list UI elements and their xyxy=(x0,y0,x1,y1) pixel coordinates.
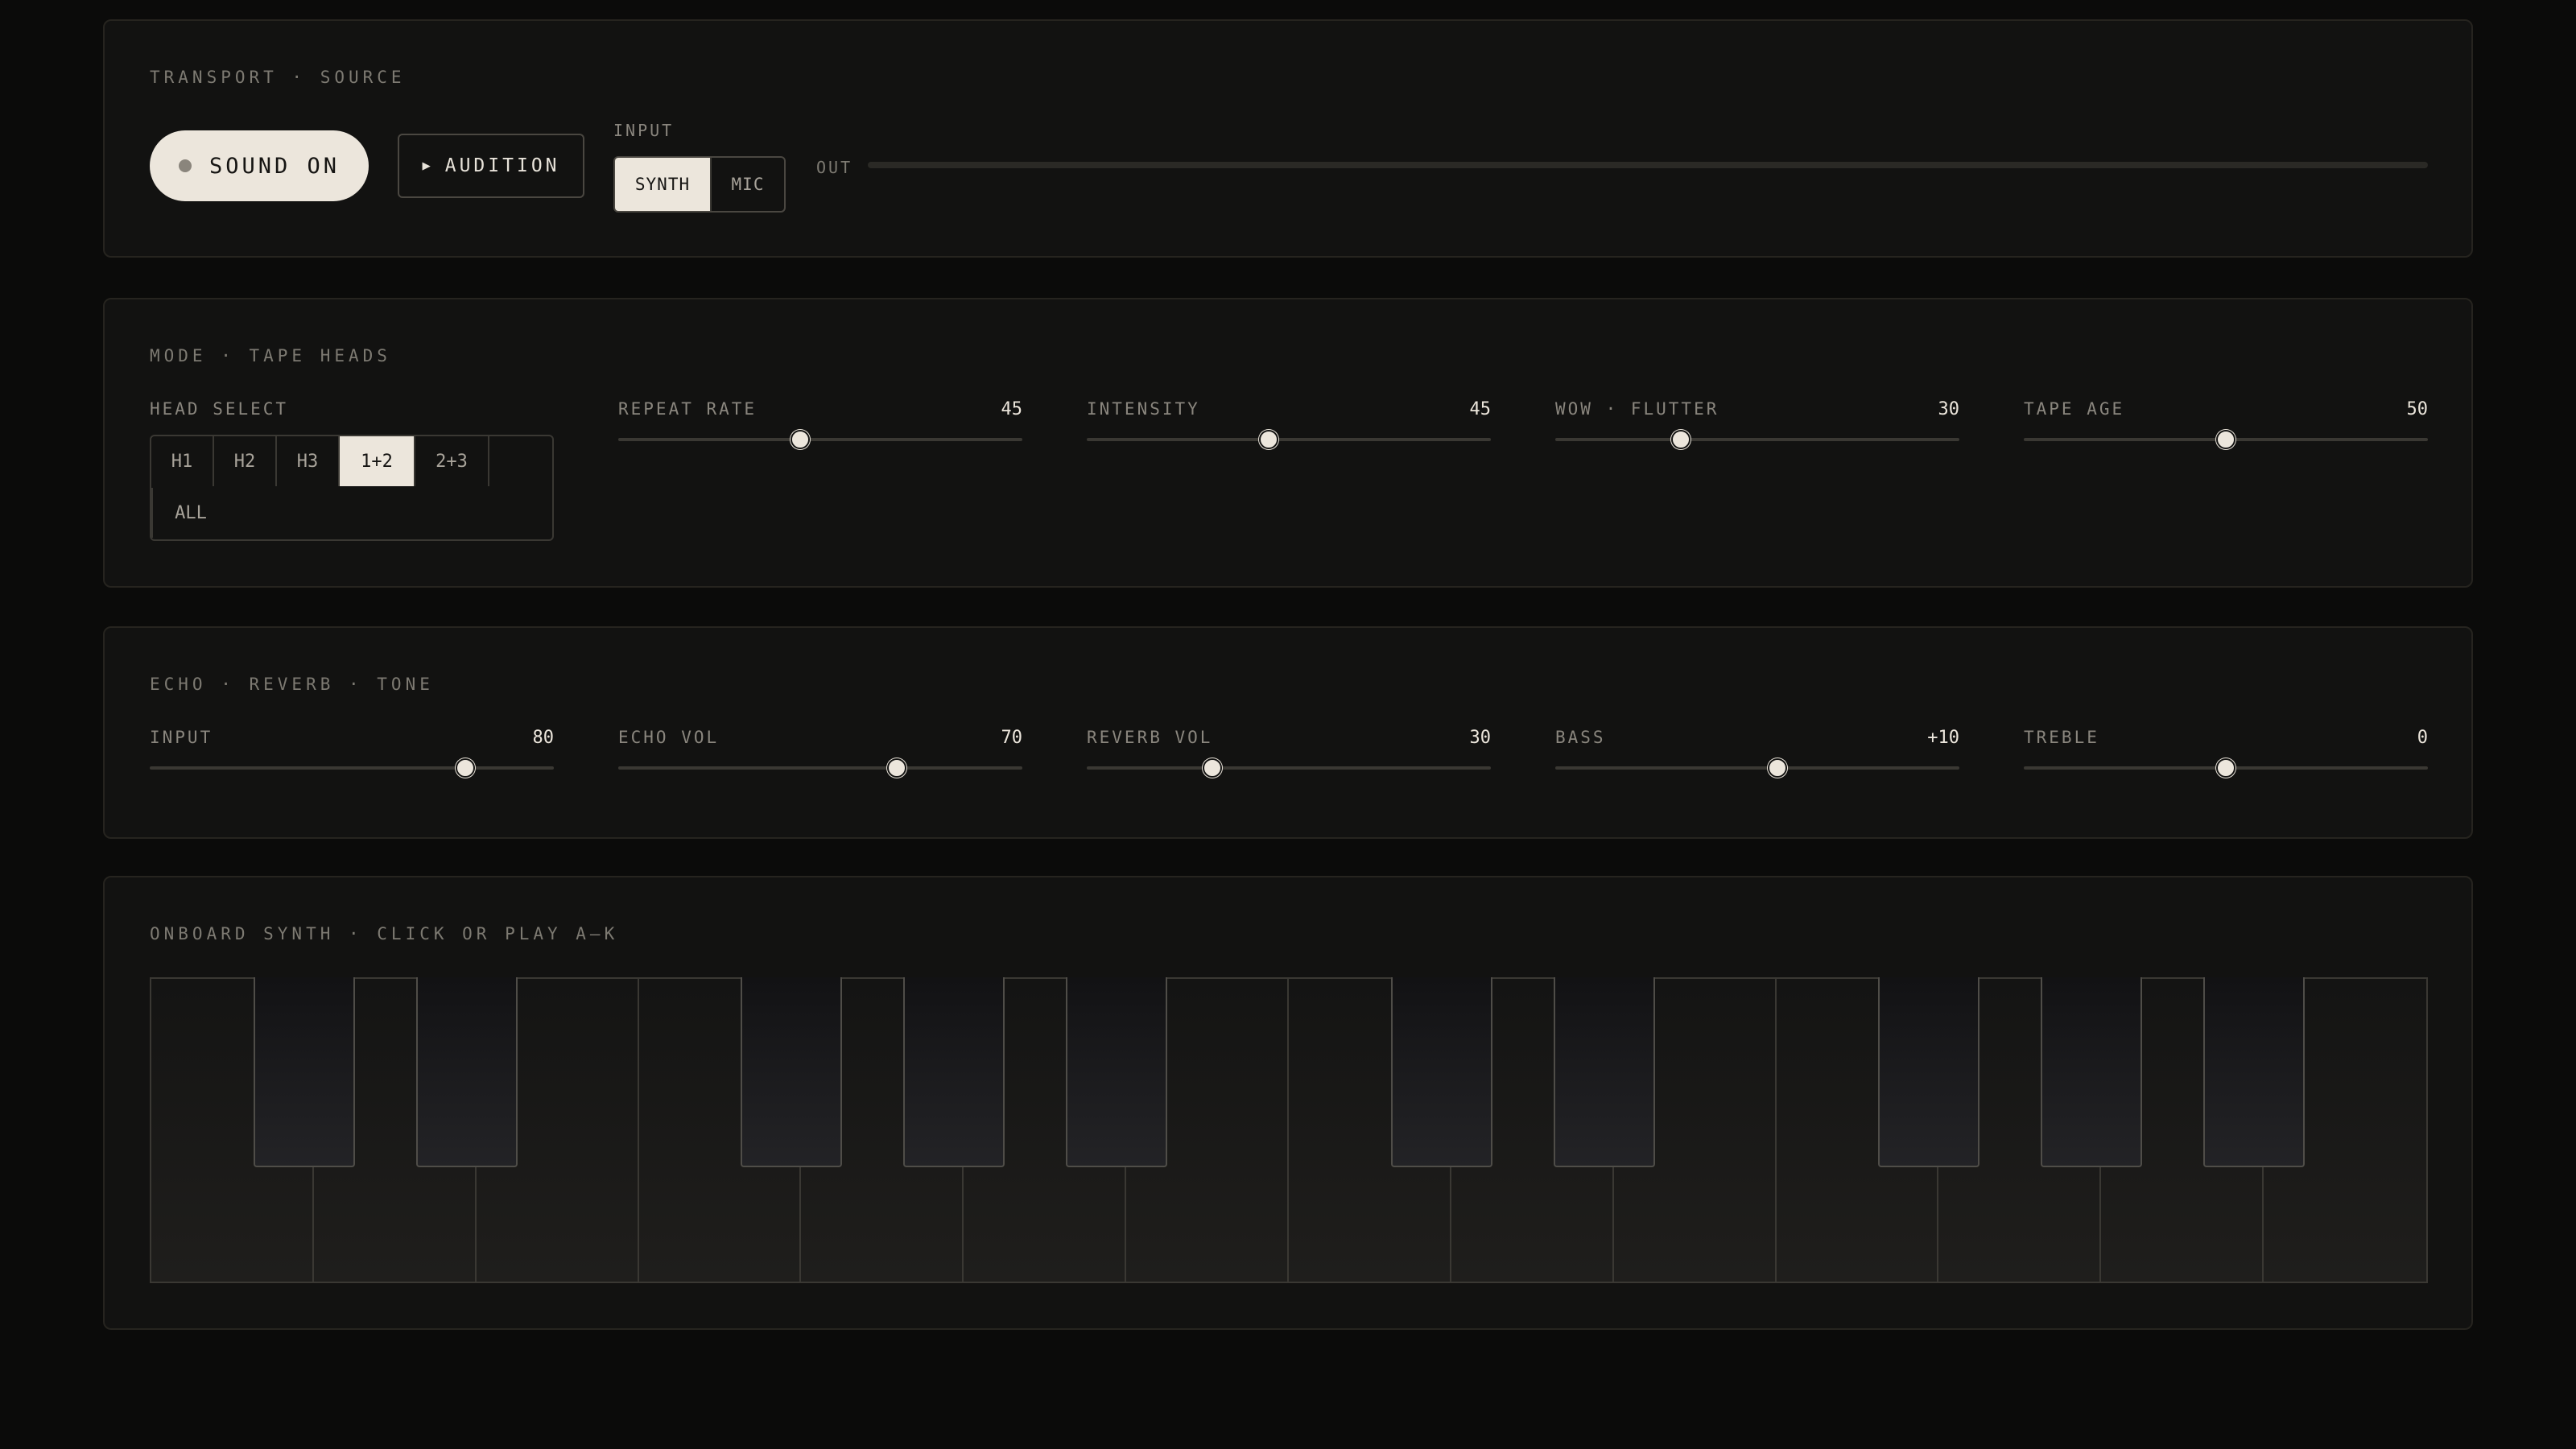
head-option-h2[interactable]: H2 xyxy=(214,436,277,486)
piano-keyboard xyxy=(150,977,2428,1283)
slider-track[interactable] xyxy=(618,766,1022,770)
mode-panel: MODE · TAPE HEADS HEAD SELECT H1 H2 H3 1… xyxy=(103,298,2473,588)
slider-track[interactable] xyxy=(1087,438,1491,441)
audition-label: AUDITION xyxy=(444,155,560,176)
slider-thumb[interactable] xyxy=(1768,758,1788,778)
slider-label: INTENSITY xyxy=(1087,399,1200,419)
slider-thumb[interactable] xyxy=(1202,758,1222,778)
head-option-all[interactable]: ALL xyxy=(151,488,229,538)
slider-thumb[interactable] xyxy=(2216,430,2235,449)
black-key[interactable] xyxy=(903,977,1005,1167)
audition-button[interactable]: ▶ AUDITION xyxy=(398,134,584,198)
echo-panel: ECHO · REVERB · TONE INPUT 80 ECHO VOL 7… xyxy=(103,626,2473,839)
slider-thumb[interactable] xyxy=(2216,758,2235,778)
input-option-mic[interactable]: MIC xyxy=(710,158,784,211)
panel-title: ECHO · REVERB · TONE xyxy=(150,675,434,694)
slider-thumb[interactable] xyxy=(790,430,810,449)
slider-thumb[interactable] xyxy=(1670,430,1690,449)
input-option-synth[interactable]: SYNTH xyxy=(615,158,710,211)
slider-track[interactable] xyxy=(150,766,554,770)
slider-track[interactable] xyxy=(1555,766,1959,770)
output-label: OUT xyxy=(816,158,853,177)
bass-slider: BASS +10 xyxy=(1555,728,1959,792)
intensity-slider: INTENSITY 45 xyxy=(1087,399,1491,464)
slider-track[interactable] xyxy=(1555,438,1959,441)
slider-value: 50 xyxy=(2406,399,2429,419)
slider-value: 0 xyxy=(2417,728,2428,748)
black-key[interactable] xyxy=(1066,977,1168,1167)
slider-value: 45 xyxy=(1001,399,1023,419)
synth-panel: ONBOARD SYNTH · CLICK OR PLAY A–K xyxy=(103,876,2473,1330)
slider-label: REPEAT RATE xyxy=(618,399,758,419)
black-key[interactable] xyxy=(2203,977,2306,1167)
slider-value: 70 xyxy=(1001,728,1023,748)
tape-age-slider: TAPE AGE 50 xyxy=(2024,399,2428,464)
treble-slider: TREBLE 0 xyxy=(2024,728,2428,792)
panel-title: MODE · TAPE HEADS xyxy=(150,346,391,365)
slider-track[interactable] xyxy=(1087,766,1491,770)
reverb-vol-slider: REVERB VOL 30 xyxy=(1087,728,1491,792)
black-key[interactable] xyxy=(415,977,518,1167)
transport-panel: TRANSPORT · SOURCE SOUND ON ▶ AUDITION I… xyxy=(103,19,2473,258)
black-key[interactable] xyxy=(253,977,355,1167)
slider-label: BASS xyxy=(1555,728,1606,747)
head-select-group: H1 H2 H3 1+2 2+3 ALL xyxy=(150,435,554,541)
play-icon: ▶ xyxy=(422,158,434,174)
slider-thumb[interactable] xyxy=(1258,430,1278,449)
input-source-toggle: SYNTH MIC xyxy=(613,156,786,213)
slider-thumb[interactable] xyxy=(887,758,907,778)
sound-on-label: SOUND ON xyxy=(208,153,341,179)
input-gain-slider: INPUT 80 xyxy=(150,728,554,792)
slider-label: WOW · FLUTTER xyxy=(1555,399,1719,419)
black-key[interactable] xyxy=(2041,977,2143,1167)
slider-value: 80 xyxy=(532,728,555,748)
head-option-h3[interactable]: H3 xyxy=(277,436,340,486)
slider-track[interactable] xyxy=(618,438,1022,441)
black-key[interactable] xyxy=(741,977,843,1167)
repeat-rate-slider: REPEAT RATE 45 xyxy=(618,399,1022,464)
slider-label: ECHO VOL xyxy=(618,728,720,747)
black-key[interactable] xyxy=(1390,977,1492,1167)
input-source-label: INPUT xyxy=(613,121,675,140)
head-option-2-3[interactable]: 2+3 xyxy=(415,436,489,486)
head-select-label: HEAD SELECT xyxy=(150,399,289,419)
head-option-h1[interactable]: H1 xyxy=(151,436,214,486)
slider-value: 30 xyxy=(1938,399,1960,419)
panel-title: ONBOARD SYNTH · CLICK OR PLAY A–K xyxy=(150,924,619,943)
slider-label: INPUT xyxy=(150,728,213,747)
status-dot-icon xyxy=(178,159,192,172)
black-key[interactable] xyxy=(1878,977,1980,1167)
slider-value: 45 xyxy=(1469,399,1492,419)
slider-thumb[interactable] xyxy=(455,758,475,778)
wow-flutter-slider: WOW · FLUTTER 30 xyxy=(1555,399,1959,464)
slider-label: REVERB VOL xyxy=(1087,728,1213,747)
output-level-meter xyxy=(868,162,2428,168)
black-key[interactable] xyxy=(1553,977,1655,1167)
slider-label: TAPE AGE xyxy=(2024,399,2125,419)
head-option-1-2[interactable]: 1+2 xyxy=(340,436,415,486)
slider-value: +10 xyxy=(1927,728,1959,748)
panel-title: TRANSPORT · SOURCE xyxy=(150,68,406,87)
echo-vol-slider: ECHO VOL 70 xyxy=(618,728,1022,792)
slider-value: 30 xyxy=(1469,728,1492,748)
slider-label: TREBLE xyxy=(2024,728,2099,747)
sound-on-button[interactable]: SOUND ON xyxy=(150,130,369,201)
